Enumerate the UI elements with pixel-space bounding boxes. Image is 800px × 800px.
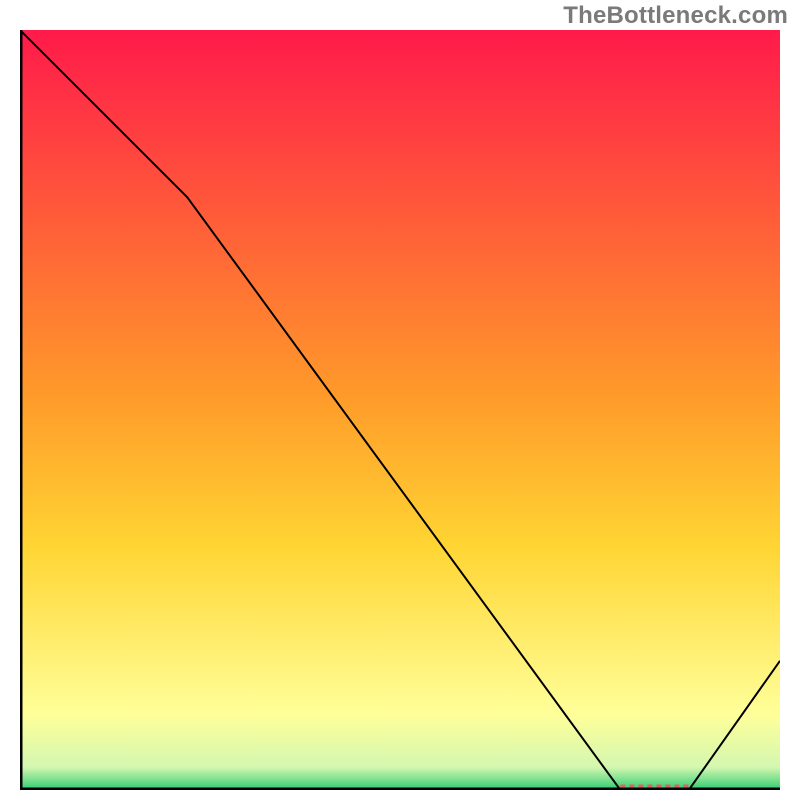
- plot-area: [20, 30, 780, 790]
- watermark-text: TheBottleneck.com: [563, 2, 788, 30]
- chart-svg: [20, 30, 780, 790]
- chart-stage: TheBottleneck.com: [0, 0, 800, 800]
